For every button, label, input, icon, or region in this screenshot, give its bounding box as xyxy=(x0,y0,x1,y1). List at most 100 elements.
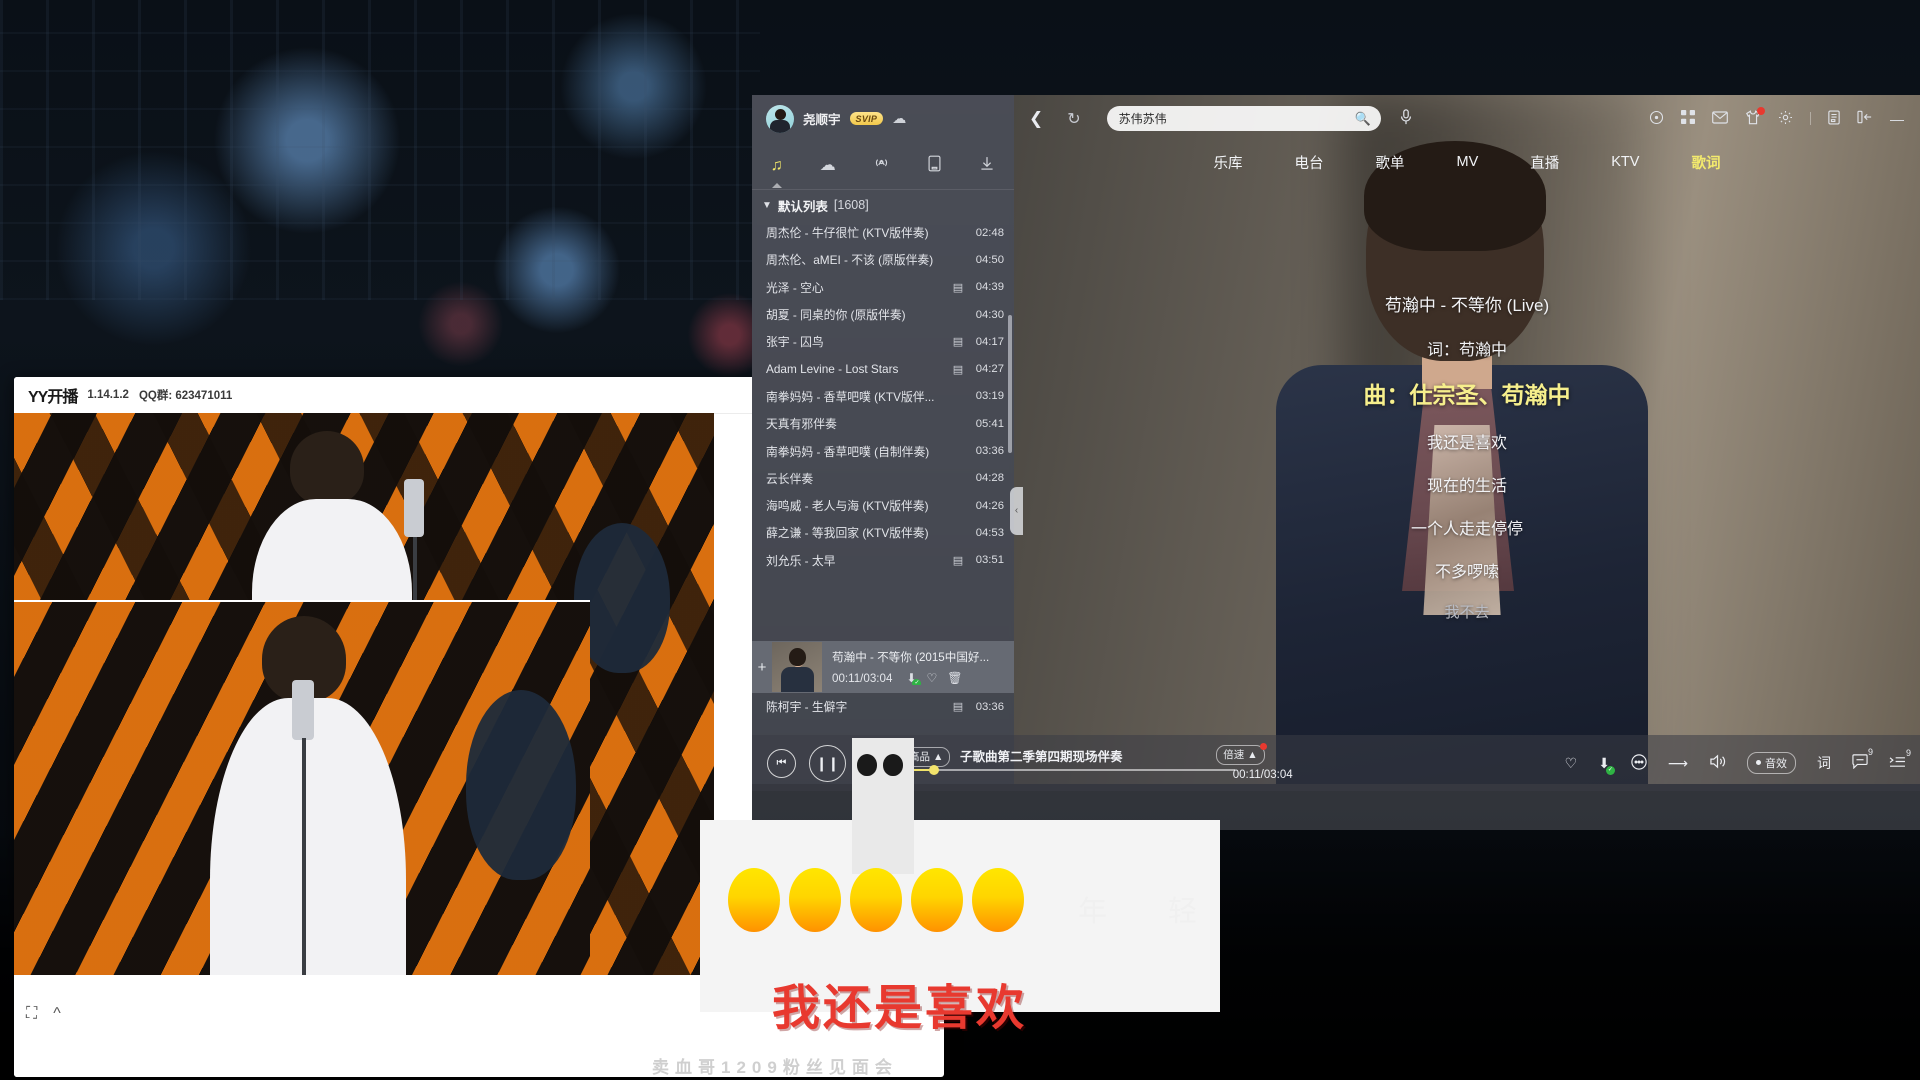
now-playing-actions[interactable]: ⬇ ✓ ♡ 🗑 xyxy=(906,671,962,685)
list-item[interactable]: 云长伴奏 04:28 xyxy=(752,465,1014,492)
list-item[interactable]: 南拳妈妈 - 香草吧噗 (自制伴奏) 03:36 xyxy=(752,437,1014,464)
user-profile-bar[interactable]: 尧顺宇 SVIP ☁ xyxy=(752,95,1028,142)
list-item[interactable]: 张宇 - 囚鸟 ▤ 04:17 xyxy=(752,328,1014,355)
pause-icon[interactable]: ❙❙ xyxy=(809,744,846,782)
nav-item-radio[interactable]: 电台 xyxy=(1295,152,1324,173)
song-list-after[interactable]: 陈柯宇 - 生僻字 ▤ 03:36 xyxy=(752,693,1014,720)
nav-item-lyrics[interactable]: 歌词 xyxy=(1691,152,1720,173)
progress-knob[interactable] xyxy=(929,765,940,775)
more-options-icon[interactable] xyxy=(1631,753,1647,773)
transport-controls[interactable]: ⏮ ❙❙ ⏭ xyxy=(767,744,888,782)
nav-item-ktv[interactable]: KTV xyxy=(1611,154,1639,170)
minimize-icon[interactable]: — xyxy=(1890,111,1904,127)
camera-icon[interactable]: ⛶ xyxy=(26,1005,37,1023)
nav-item-mv[interactable]: MV xyxy=(1457,154,1479,170)
play-bar[interactable]: ⏮ ❙❙ ⏭ 高品 ▲ 子歌曲第二季第四期现场伴奏 倍速 ▲ 00:11/03:… xyxy=(752,735,1920,791)
mini-mode-icon[interactable] xyxy=(1828,110,1840,128)
phone-icon[interactable] xyxy=(927,155,942,176)
refresh-icon[interactable]: ↻ xyxy=(1067,109,1080,129)
mv-icon[interactable]: ▤ xyxy=(952,363,964,376)
nav-item-live[interactable]: 直播 xyxy=(1530,152,1559,173)
playlist-queue-icon[interactable]: 9 xyxy=(1889,748,1911,772)
lyric-toggle-button[interactable]: 词 xyxy=(1817,753,1831,773)
play-mode-single-icon[interactable]: ⟶ xyxy=(1668,755,1688,772)
list-item[interactable]: 胡夏 - 同桌的你 (原版伴奏) 04:30 xyxy=(752,301,1014,328)
favorite-heart-icon[interactable]: ♡ xyxy=(1565,755,1578,772)
qq-music-window[interactable]: 尧顺宇 SVIP ☁ ♫ ☁ ▼ 默认列表 [1608] 周杰伦 - 牛仔很忙 … xyxy=(752,95,1920,830)
skin-shirt-icon[interactable] xyxy=(1745,106,1765,128)
list-item[interactable]: 周杰伦 - 牛仔很忙 (KTV版伴奏) 02:48 xyxy=(752,219,1014,246)
playlist-scrollbar[interactable] xyxy=(1008,315,1012,453)
sound-effect-button[interactable]: 音效 xyxy=(1747,752,1796,774)
progress-bar[interactable] xyxy=(910,765,1235,775)
list-item[interactable]: 刘允乐 - 太早 ▤ 03:51 xyxy=(752,547,1014,574)
chevron-left-icon[interactable]: ❮ xyxy=(1029,109,1043,129)
song-name: 胡夏 - 同桌的你 (原版伴奏) xyxy=(766,308,906,323)
mv-icon[interactable]: ▤ xyxy=(952,335,964,348)
volume-icon[interactable] xyxy=(1709,754,1726,772)
list-item[interactable]: 海鸣威 - 老人与海 (KTV版伴奏) 04:26 xyxy=(752,492,1014,519)
svip-badge[interactable]: SVIP xyxy=(849,112,884,125)
chevron-down-icon[interactable]: ▼ xyxy=(762,200,772,211)
list-item[interactable]: 薛之谦 - 等我回家 (KTV版伴奏) 04:53 xyxy=(752,519,1014,546)
song-name: 陈柯宇 - 生僻字 xyxy=(766,700,848,715)
window-toolbar[interactable]: — xyxy=(1649,106,1920,128)
list-item[interactable]: Adam Levine - Lost Stars ▤ 04:27 xyxy=(752,355,1014,382)
music-note-icon[interactable]: ♫ xyxy=(771,157,783,174)
mv-icon[interactable]: ▤ xyxy=(952,554,964,567)
plus-icon[interactable]: + xyxy=(752,659,772,676)
chevron-up-icon[interactable]: ^ xyxy=(53,1005,61,1023)
playlist-title: 默认列表 xyxy=(777,199,828,214)
download-icon[interactable] xyxy=(979,155,995,176)
search-icon[interactable]: 🔍 xyxy=(1354,111,1370,127)
trash-icon[interactable]: 🗑 xyxy=(947,671,962,685)
list-item[interactable]: 陈柯宇 - 生僻字 ▤ 03:36 xyxy=(752,693,1014,720)
sidebar-collapse-handle[interactable]: ‹ xyxy=(1010,487,1023,535)
yy-camera-controls[interactable]: ⛶ ^ xyxy=(26,1005,61,1023)
quality-label: 高品 xyxy=(909,751,930,763)
previous-track-icon[interactable]: ⏮ xyxy=(767,748,796,778)
cloud-icon[interactable]: ☁ xyxy=(820,157,836,174)
mv-icon[interactable]: ▤ xyxy=(952,700,964,713)
mail-icon[interactable] xyxy=(1712,110,1728,127)
song-duration: 03:51 xyxy=(975,554,1004,567)
target-icon[interactable] xyxy=(1649,110,1664,128)
cloud-icon[interactable]: ☁ xyxy=(892,110,906,127)
search-input[interactable] xyxy=(1116,110,1355,127)
guitar-lower xyxy=(466,690,576,880)
song-duration: 02:48 xyxy=(975,226,1004,239)
microphone-icon[interactable] xyxy=(1399,108,1413,129)
apps-grid-icon[interactable] xyxy=(1681,110,1695,127)
quality-badge[interactable]: 高品 ▲ xyxy=(902,747,951,767)
settings-gear-icon[interactable] xyxy=(1778,110,1793,128)
avatar[interactable] xyxy=(766,104,794,133)
heart-icon[interactable]: ♡ xyxy=(926,671,937,685)
now-playing-title: 苟瀚中 - 不等你 (2015中国好... xyxy=(832,651,990,664)
next-track-icon[interactable]: ⏭ xyxy=(859,748,888,778)
download-icon[interactable]: ⬇ ✓ xyxy=(906,671,922,685)
main-nav[interactable]: 乐库 电台 歌单 MV 直播 KTV 歌词 xyxy=(1014,142,1920,182)
comment-icon[interactable]: 9 xyxy=(1852,747,1873,772)
nav-item-library[interactable]: 乐库 xyxy=(1214,152,1243,173)
minimize-to-tray-icon[interactable] xyxy=(1857,110,1873,127)
playbar-right-tools[interactable]: ♡ ⬇ ✓ ⟶ 音效 词 9 9 xyxy=(1565,747,1920,775)
song-duration: 04:50 xyxy=(975,253,1004,266)
list-item[interactable]: 周杰伦、aMEI - 不该 (原版伴奏) 04:50 xyxy=(752,246,1014,273)
list-item[interactable]: 天真有邪伴奏 05:41 xyxy=(752,410,1014,437)
playlist-header[interactable]: ▼ 默认列表 [1608] xyxy=(752,191,1024,219)
now-playing-row[interactable]: + 苟瀚中 - 不等你 (2015中国好... 00:11/03:04 ⬇ ✓ ♡… xyxy=(752,641,1014,693)
download-icon[interactable]: ⬇ ✓ xyxy=(1598,755,1615,775)
broadcast-icon[interactable] xyxy=(873,155,890,176)
list-item[interactable]: 光泽 - 空心 ▤ 04:39 xyxy=(752,274,1014,301)
song-list[interactable]: 周杰伦 - 牛仔很忙 (KTV版伴奏) 02:48 周杰伦、aMEI - 不该 … xyxy=(752,219,1014,619)
song-name: 刘允乐 - 太早 xyxy=(766,553,836,568)
mv-icon[interactable]: ▤ xyxy=(952,281,964,294)
list-item[interactable]: 南拳妈妈 - 香草吧噗 (KTV版伴... 03:19 xyxy=(752,383,1014,410)
nav-item-playlist[interactable]: 歌单 xyxy=(1376,152,1405,173)
speed-badge[interactable]: 倍速 ▲ xyxy=(1216,743,1267,765)
playlist-sidebar[interactable]: 尧顺宇 SVIP ☁ ♫ ☁ ▼ 默认列表 [1608] 周杰伦 - 牛仔很忙 … xyxy=(752,95,1023,784)
sidebar-tab-row[interactable]: ♫ ☁ xyxy=(752,142,1014,190)
now-playing-thumbnail xyxy=(772,642,822,692)
player-topbar[interactable]: ❮ ↻ 🔍 xyxy=(1014,95,1920,142)
search-box[interactable]: 🔍 xyxy=(1106,106,1381,131)
